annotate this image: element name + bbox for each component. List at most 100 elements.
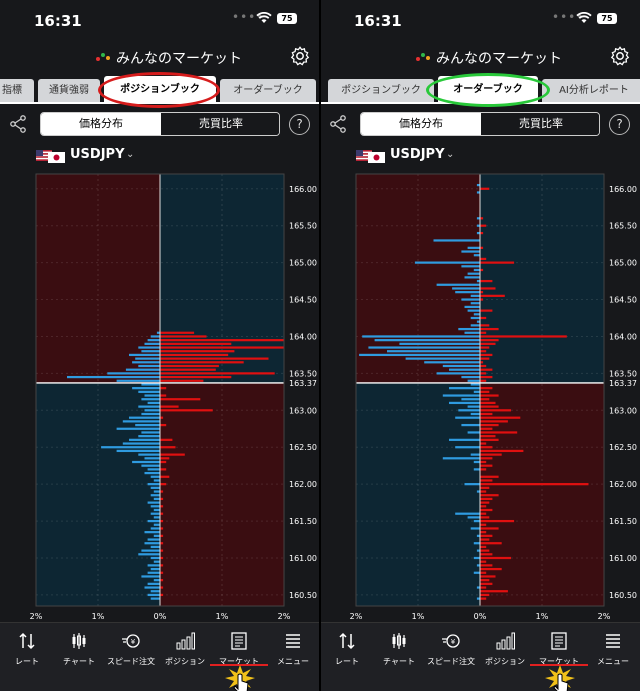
nav-item-menu[interactable]: メニュー	[266, 629, 320, 669]
sell-bar	[150, 545, 160, 549]
sell-bar	[473, 542, 480, 545]
sell-bar	[129, 353, 160, 357]
buy-bar	[480, 339, 499, 342]
buy-bar	[480, 372, 487, 375]
sell-bar	[144, 586, 160, 589]
gear-icon[interactable]	[289, 45, 311, 67]
buy-bar	[480, 519, 515, 523]
sell-bar	[467, 309, 480, 312]
segment-buy-sell-ratio[interactable]: 売買比率	[481, 113, 599, 135]
nav-item-speed-order[interactable]: ¥ スピード注文	[424, 629, 478, 669]
nav-item-label: メニュー	[277, 657, 309, 666]
sell-bar	[470, 383, 480, 386]
nav-item-position-bars[interactable]: ポジション	[158, 629, 212, 669]
sell-bar	[144, 394, 160, 397]
buy-bar	[480, 527, 499, 530]
sell-bar	[461, 250, 480, 253]
sell-bar	[144, 531, 160, 534]
segment-price-distribution[interactable]: 価格分布	[361, 113, 481, 135]
status-bar: 16:31 •••• 75	[0, 0, 320, 40]
nav-item-position-bars[interactable]: ポジション	[478, 629, 532, 669]
highlight-circle	[98, 72, 220, 108]
nav-item-speed-order[interactable]: ¥ スピード注文	[104, 629, 158, 669]
sell-bar	[368, 346, 480, 349]
price-tick-label: 164.50	[289, 296, 317, 305]
us-jp-flag-icon	[36, 150, 65, 163]
buy-bar	[480, 505, 487, 508]
sell-bar	[153, 479, 160, 482]
buy-bar	[160, 375, 232, 379]
buy-bar	[160, 423, 167, 427]
buy-bar	[480, 324, 490, 327]
chevron-down-icon: ⌄	[446, 149, 455, 160]
sell-bar	[473, 390, 480, 393]
sell-bar	[399, 342, 480, 345]
rate-arrows-icon	[19, 632, 35, 650]
price-tick-label: 162.00	[289, 480, 317, 489]
tab-position-book[interactable]: ポジションブック	[328, 79, 434, 102]
nav-item-menu[interactable]: メニュー	[586, 629, 640, 669]
buy-bar	[480, 575, 496, 578]
buy-bar	[480, 586, 487, 589]
sell-bar	[153, 508, 160, 512]
nav-item-market-news[interactable]: マーケット	[212, 629, 266, 669]
buy-bar	[160, 339, 284, 342]
sell-bar	[150, 494, 160, 497]
buy-bar	[480, 394, 499, 397]
buy-bar	[160, 453, 185, 456]
buy-bar	[480, 350, 487, 353]
buy-bar	[480, 287, 496, 290]
percent-tick-label: 0%	[154, 612, 167, 621]
share-icon[interactable]	[8, 114, 28, 134]
price-tick-label: 163.37	[609, 379, 637, 388]
sell-bar	[147, 582, 160, 585]
sell-bar	[455, 512, 480, 515]
percent-tick-label: 2%	[598, 612, 611, 621]
buy-bar	[480, 375, 493, 379]
sell-bar	[150, 567, 160, 571]
buy-bar	[160, 350, 235, 353]
tab-indicators[interactable]: 指標	[0, 79, 34, 102]
battery-icon: 75	[597, 13, 617, 24]
buy-bar	[480, 335, 567, 338]
sell-bar	[424, 361, 480, 364]
help-button[interactable]: ?	[609, 114, 630, 135]
buy-bar	[480, 342, 496, 345]
sell-bar	[461, 375, 480, 379]
sell-bar	[467, 246, 480, 249]
sell-bar	[153, 579, 160, 582]
price-tick-label: 166.00	[609, 185, 637, 194]
sell-bar	[147, 339, 160, 342]
percent-tick-label: 2%	[278, 612, 291, 621]
buy-bar	[480, 483, 589, 486]
nav-item-market-news[interactable]: マーケット	[532, 629, 586, 669]
percent-tick-label: 0%	[474, 612, 487, 621]
buy-bar	[480, 279, 493, 283]
sell-bar	[147, 401, 160, 405]
segment-buy-sell-ratio[interactable]: 売買比率	[161, 113, 279, 135]
tab-ai-report[interactable]: AI分析レポート	[542, 79, 640, 102]
buy-bar	[480, 475, 499, 478]
share-icon[interactable]	[328, 114, 348, 134]
buy-bar	[480, 531, 487, 534]
help-button[interactable]: ?	[289, 114, 310, 135]
segment-price-distribution[interactable]: 価格分布	[41, 113, 161, 135]
position-bars-icon	[176, 632, 195, 650]
sell-bar	[470, 324, 480, 327]
svg-text:¥: ¥	[451, 638, 456, 646]
menu-icon	[606, 634, 620, 648]
sell-bar	[473, 268, 480, 272]
sell-bar	[464, 483, 480, 486]
buy-bar	[480, 423, 499, 427]
sell-bar	[387, 350, 480, 353]
buy-bar	[480, 438, 499, 441]
sell-bar	[455, 291, 480, 294]
sell-bar	[122, 442, 160, 445]
tab-order-book[interactable]: オーダーブック	[220, 79, 316, 102]
sell-bar	[138, 364, 160, 368]
sell-bar	[449, 401, 480, 405]
gear-icon[interactable]	[609, 45, 631, 67]
buy-bar	[480, 501, 490, 504]
tab-currency-strength[interactable]: 通貨強弱	[38, 79, 100, 102]
price-tick-label: 163.00	[609, 406, 637, 415]
